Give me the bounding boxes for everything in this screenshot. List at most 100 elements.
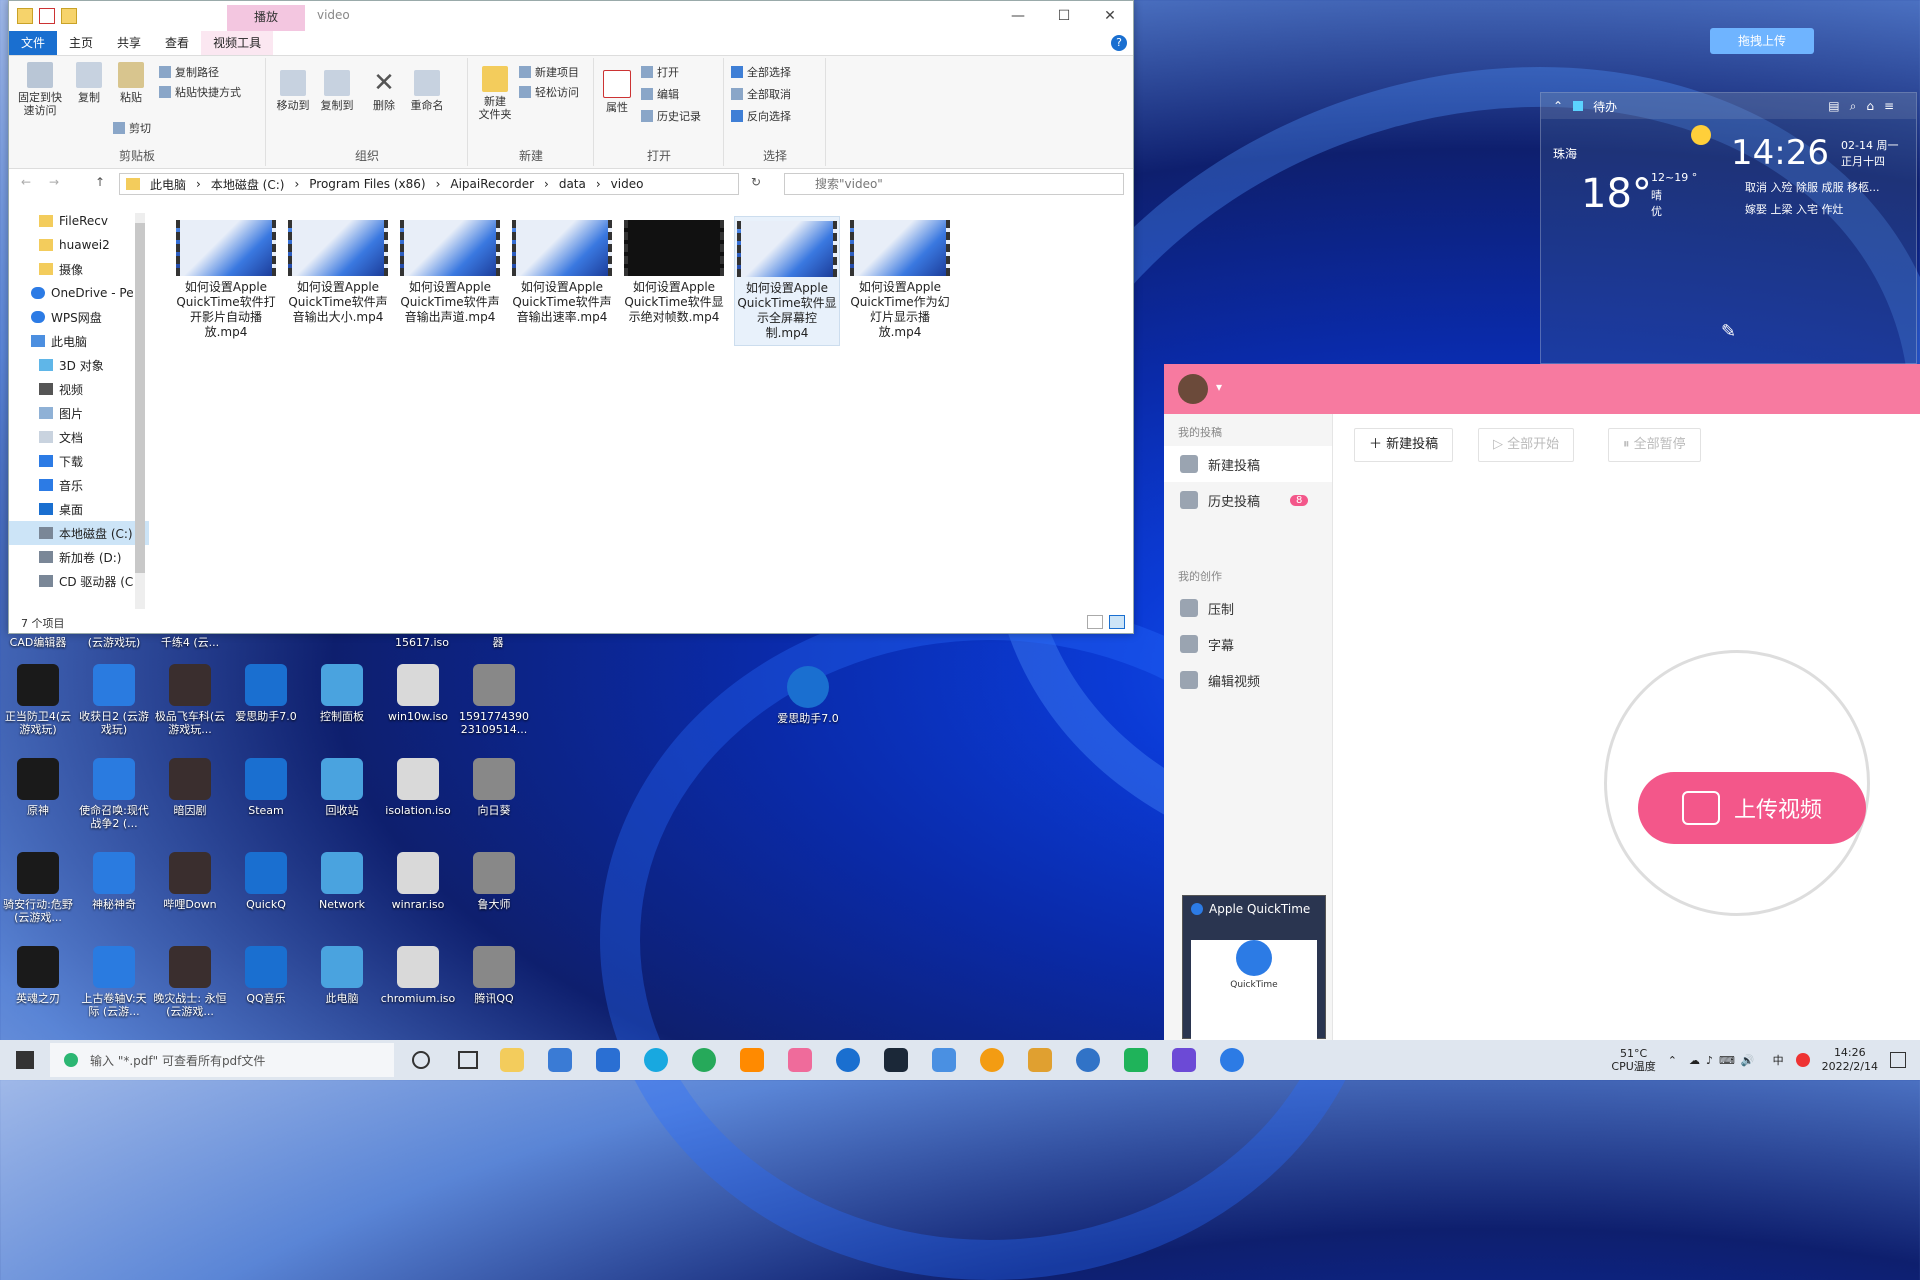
cut-button[interactable]: 剪切 [113,120,151,136]
tab-share[interactable]: 共享 [105,31,153,55]
pen-icon[interactable]: ✎ [1721,321,1736,342]
nav-item-this-pc[interactable]: 此电脑 [9,329,149,353]
nav-scrollbar[interactable] [135,213,145,609]
taskbar-date[interactable]: 2022/2/14 [1822,1060,1878,1074]
recorder-icon[interactable] [1172,1048,1196,1072]
properties-icon[interactable] [39,8,55,24]
desktop-icon-label[interactable]: 器 [460,636,536,649]
taskbar-time[interactable]: 14:26 [1822,1046,1878,1060]
desktop-icon[interactable]: 腾讯QQ [456,946,532,1005]
ime-indicator[interactable]: 中 [1773,1052,1784,1068]
breadcrumb-item[interactable]: 此电脑 [150,176,186,193]
breadcrumb-item[interactable]: data [559,177,586,191]
invert-selection-button[interactable]: 反向选择 [731,108,791,124]
tab-video-tools[interactable]: 视频工具 [201,31,274,55]
desktop-icon-label[interactable]: CAD编辑器 [0,636,76,649]
sidebar-item-compress[interactable]: 压制 [1164,590,1332,626]
desktop-icon[interactable]: 极品飞车科(云游戏玩... [152,664,228,736]
task-view-icon[interactable] [458,1051,478,1069]
video-player-icon[interactable] [1028,1048,1052,1072]
desktop-icon[interactable]: chromium.iso [380,946,456,1005]
file-item[interactable]: 如何设置Apple QuickTime软件显示绝对帧数.mp4 [622,216,726,346]
breadcrumb-item[interactable]: video [611,177,644,191]
desktop-icon[interactable]: 英魂之刃 [0,946,76,1005]
aipai-icon[interactable] [788,1048,812,1072]
new-post-button[interactable]: ＋ 新建投稿 [1354,428,1454,462]
delete-button[interactable]: ✕ 删除 [367,70,401,112]
help-icon[interactable]: ? [1111,35,1127,51]
chrome-icon[interactable] [692,1048,716,1072]
sogou-icon[interactable] [1795,1053,1810,1067]
desktop-icon[interactable]: QQ音乐 [228,946,304,1005]
select-none-button[interactable]: 全部取消 [731,86,791,102]
desktop-icon[interactable]: isolation.iso [380,758,456,817]
sidebar-item-edit-video[interactable]: 编辑视频 [1164,662,1332,698]
tab-file[interactable]: 文件 [9,31,58,55]
desktop-icon[interactable]: 此电脑 [304,946,380,1005]
file-item[interactable]: 如何设置Apple QuickTime软件声音输出速率.mp4 [510,216,614,346]
nav-item[interactable]: 新加卷 (D:) [9,545,149,569]
todo-icon[interactable] [1573,101,1584,111]
breadcrumb-item[interactable]: Program Files (x86) [309,177,425,191]
desktop-icon[interactable]: QuickQ [228,852,304,911]
search-input[interactable]: 搜索"video" [784,173,1124,195]
steam-icon[interactable] [884,1048,908,1072]
desktop-icon-label[interactable]: (云游戏玩) [76,636,152,649]
nav-item[interactable]: 文档 [9,425,149,449]
back-icon[interactable]: ← [21,175,31,189]
desktop-icon[interactable]: win10w.iso [380,664,456,723]
desktop-icon[interactable]: winrar.iso [380,852,456,911]
tab-home[interactable]: 主页 [57,31,105,55]
desktop-icon[interactable]: 骑安行动:危野 (云游戏... [0,852,76,924]
paste-shortcut-button[interactable]: 粘贴快捷方式 [159,84,241,100]
desktop-icon[interactable]: 向日葵 [456,758,532,817]
avatar[interactable] [1178,374,1208,404]
notification-icon[interactable] [1890,1052,1906,1068]
paste-button[interactable]: 粘贴 [113,62,149,104]
move-to-button[interactable]: 移动到 [273,70,313,112]
desktop-icon[interactable]: Steam [228,758,304,817]
address-bar[interactable]: 此电脑 › 本地磁盘 (C:) › Program Files (x86) › Aip… [119,173,739,195]
copy-button[interactable]: 复制 [71,62,107,104]
context-tab-play[interactable]: 播放 [227,5,305,31]
nav-item-onedrive[interactable]: OneDrive - Pe [9,281,149,305]
up-icon[interactable]: ↑ [95,175,105,189]
taskbar-search-input[interactable]: 输入 "*.pdf" 可查看所有pdf文件 [50,1043,394,1077]
nav-item[interactable]: FileRecv [9,209,149,233]
desktop-icon[interactable]: 回收站 [304,758,380,817]
file-explorer-icon[interactable] [500,1048,524,1072]
nav-item[interactable]: 下载 [9,449,149,473]
desktop-icon[interactable]: 正当防卫4(云游戏玩) [0,664,76,736]
quicktime-icon[interactable] [1220,1048,1244,1072]
desktop-icon-label[interactable]: 千练4 (云... [152,636,228,649]
history-button[interactable]: 历史记录 [641,108,701,124]
folder-icon[interactable] [17,8,33,24]
desktop-icon[interactable]: 收获日2 (云游戏玩) [76,664,152,736]
new-folder-button[interactable]: 新建 文件夹 [473,66,517,121]
start-all-button[interactable]: ▷ 全部开始 [1478,428,1575,462]
desktop-icon[interactable]: Network [304,852,380,911]
edge-icon[interactable] [644,1048,668,1072]
nav-item[interactable]: huawei2 [9,233,149,257]
desktop-icon[interactable]: 哔哩Down [152,852,228,911]
chevron-up-icon[interactable]: ⌃ [1668,1054,1677,1067]
easy-access-button[interactable]: 轻松访问 [519,84,579,100]
nav-item-wps[interactable]: WPS网盘 [9,305,149,329]
desktop-icon[interactable]: 晚灾战士: 永恒 (云游戏... [152,946,228,1018]
desktop-icon[interactable]: 原神 [0,758,76,817]
nav-item[interactable]: 摄像 [9,257,149,281]
desktop-icon[interactable]: 爱思助手7.0 [228,664,304,723]
aisi-icon[interactable] [836,1048,860,1072]
pin-quick-access-button[interactable]: 固定到快 速访问 [15,62,65,117]
nav-item[interactable]: 视频 [9,377,149,401]
pause-all-button[interactable]: ⏸ 全部暂停 [1608,428,1701,462]
taskbar-preview[interactable]: Apple QuickTime QuickTime [1182,895,1326,1042]
large-icons-view-icon[interactable] [1109,615,1125,629]
rename-button[interactable]: 重命名 [407,70,447,112]
nav-item[interactable]: 图片 [9,401,149,425]
widget-toolbar-icons[interactable]: ▤⌕⌂≡ [1828,99,1904,114]
desktop-icon[interactable]: 上古卷轴V:天际 (云游... [76,946,152,1018]
edit-button[interactable]: 编辑 [641,86,679,102]
tray-icons[interactable]: ☁♪⌨🔊 [1689,1054,1761,1067]
copy-path-button[interactable]: 复制路径 [159,64,219,80]
